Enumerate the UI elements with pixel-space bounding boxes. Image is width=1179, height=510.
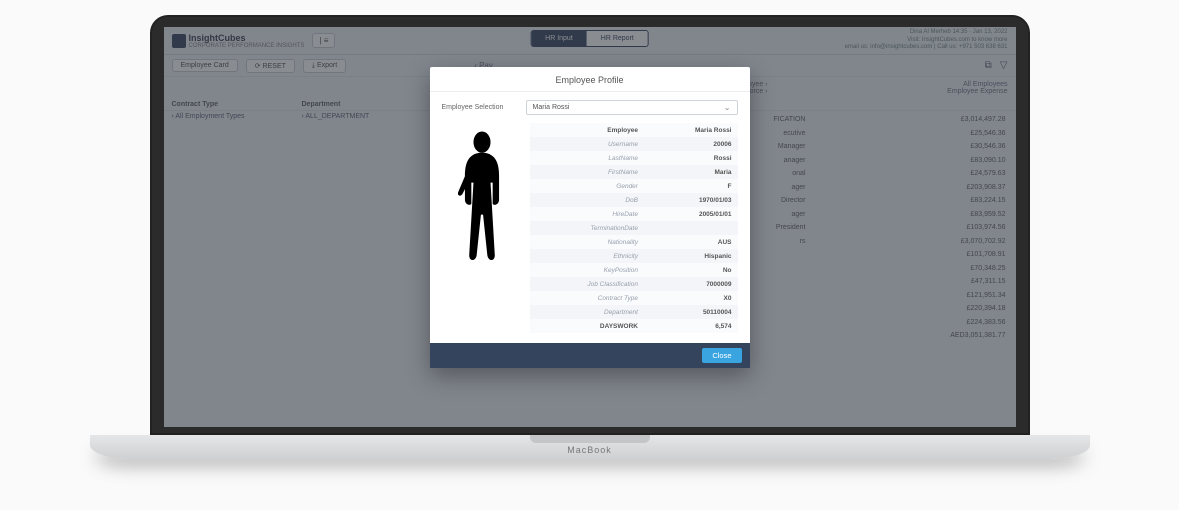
kv-row: Job Classification7000009 xyxy=(530,277,738,291)
kv-label: Employee xyxy=(530,127,646,134)
kv-value: 2005/01/01 xyxy=(646,211,738,218)
kv-row: EthnicityHispanic xyxy=(530,249,738,263)
kv-row: LastNameRossi xyxy=(530,151,738,165)
selected-employee: Maria Rossi xyxy=(533,104,570,111)
kv-value: Rossi xyxy=(646,155,738,162)
employee-silhouette xyxy=(442,123,522,333)
profile-grid: EmployeeMaria RossiUsername20006LastName… xyxy=(442,123,738,333)
kv-row: Contract TypeX0 xyxy=(530,291,738,305)
kv-row: DoB1970/01/03 xyxy=(530,193,738,207)
kv-label: DAYSWORK xyxy=(530,323,646,330)
kv-label: FirstName xyxy=(530,169,646,176)
modal-title: Employee Profile xyxy=(430,67,750,92)
kv-value: 50110004 xyxy=(646,309,738,316)
kv-label: LastName xyxy=(530,155,646,162)
modal-body: Employee Selection Maria Rossi ⌄ xyxy=(430,92,750,343)
laptop-mockup: InsightCubes CORPORATE PERFORMANCE INSIG… xyxy=(90,15,1090,495)
selection-label: Employee Selection xyxy=(442,104,518,111)
kv-row: HireDate2005/01/01 xyxy=(530,207,738,221)
kv-label: HireDate xyxy=(530,211,646,218)
kv-row: Department50110004 xyxy=(530,305,738,319)
silhouette-icon xyxy=(450,129,514,279)
kv-row: FirstNameMaria xyxy=(530,165,738,179)
kv-row: KeyPositionNo xyxy=(530,263,738,277)
kv-label: Department xyxy=(530,309,646,316)
kv-row: TerminationDate xyxy=(530,221,738,235)
kv-row: EmployeeMaria Rossi xyxy=(530,123,738,137)
kv-value: Maria Rossi xyxy=(646,127,738,134)
kv-label: Gender xyxy=(530,183,646,190)
kv-value: Hispanic xyxy=(646,253,738,260)
kv-label: Nationality xyxy=(530,239,646,246)
trackpad-notch xyxy=(530,435,650,443)
kv-value: 7000009 xyxy=(646,281,738,288)
profile-key-value-table: EmployeeMaria RossiUsername20006LastName… xyxy=(530,123,738,333)
kv-value: F xyxy=(646,183,738,190)
kv-row: NationalityAUS xyxy=(530,235,738,249)
close-button[interactable]: Close xyxy=(702,348,741,363)
kv-row: DAYSWORK6,574 xyxy=(530,319,738,333)
kv-value: 20006 xyxy=(646,141,738,148)
laptop-base: MacBook xyxy=(90,435,1090,459)
kv-row: GenderF xyxy=(530,179,738,193)
kv-label: Username xyxy=(530,141,646,148)
kv-label: KeyPosition xyxy=(530,267,646,274)
modal-footer: Close xyxy=(430,343,750,368)
kv-value: 6,574 xyxy=(646,323,738,330)
kv-label: DoB xyxy=(530,197,646,204)
kv-value: 1970/01/03 xyxy=(646,197,738,204)
kv-value: X0 xyxy=(646,295,738,302)
macbook-label: MacBook xyxy=(567,445,612,455)
app-screen: InsightCubes CORPORATE PERFORMANCE INSIG… xyxy=(164,27,1016,427)
kv-row: Username20006 xyxy=(530,137,738,151)
kv-value: Maria xyxy=(646,169,738,176)
kv-label: TerminationDate xyxy=(530,225,646,232)
chevron-down-icon: ⌄ xyxy=(724,103,731,112)
kv-value: AUS xyxy=(646,239,738,246)
kv-value: No xyxy=(646,267,738,274)
employee-selection-row: Employee Selection Maria Rossi ⌄ xyxy=(442,100,738,115)
employee-selection-dropdown[interactable]: Maria Rossi ⌄ xyxy=(526,100,738,115)
kv-label: Job Classification xyxy=(530,281,646,288)
kv-label: Ethnicity xyxy=(530,253,646,260)
employee-profile-modal: Employee Profile Employee Selection Mari… xyxy=(430,67,750,368)
screen-bezel: InsightCubes CORPORATE PERFORMANCE INSIG… xyxy=(150,15,1030,435)
kv-label: Contract Type xyxy=(530,295,646,302)
